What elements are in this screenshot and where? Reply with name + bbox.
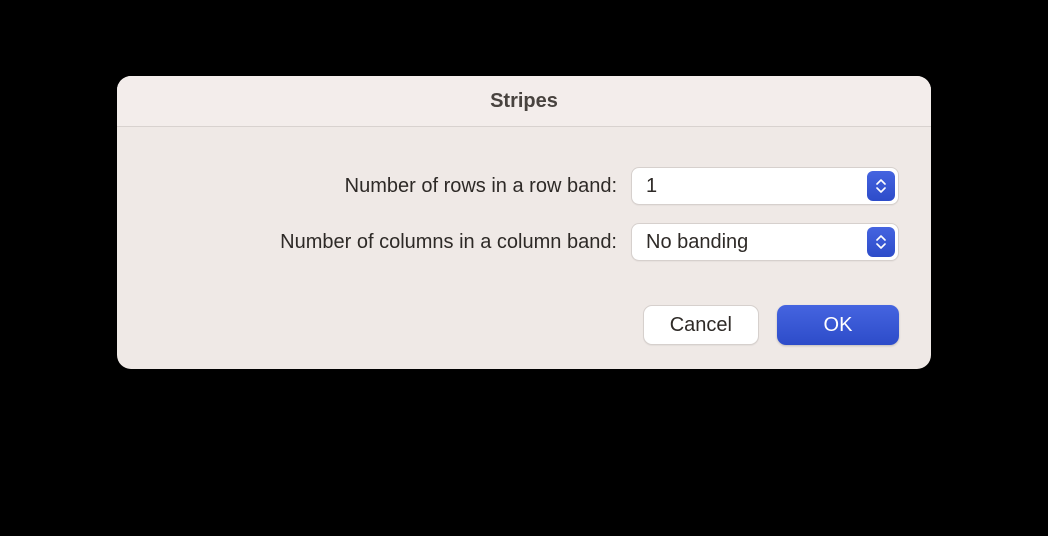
column-band-value: No banding bbox=[631, 223, 899, 261]
ok-button[interactable]: OK bbox=[777, 305, 899, 345]
stripes-dialog: Stripes Number of rows in a row band: 1 … bbox=[117, 76, 931, 369]
row-band-select[interactable]: 1 bbox=[631, 167, 899, 205]
row-band-row: Number of rows in a row band: 1 bbox=[149, 167, 899, 205]
row-band-label: Number of rows in a row band: bbox=[345, 175, 617, 198]
stepper-icon bbox=[867, 171, 895, 201]
button-row: Cancel OK bbox=[149, 305, 899, 345]
dialog-titlebar: Stripes bbox=[117, 76, 931, 127]
column-band-label: Number of columns in a column band: bbox=[280, 231, 617, 254]
row-band-value: 1 bbox=[631, 167, 899, 205]
dialog-title: Stripes bbox=[117, 90, 931, 113]
cancel-button[interactable]: Cancel bbox=[643, 305, 759, 345]
column-band-row: Number of columns in a column band: No b… bbox=[149, 223, 899, 261]
stepper-icon bbox=[867, 227, 895, 257]
dialog-body: Number of rows in a row band: 1 Number o… bbox=[117, 127, 931, 369]
column-band-select[interactable]: No banding bbox=[631, 223, 899, 261]
